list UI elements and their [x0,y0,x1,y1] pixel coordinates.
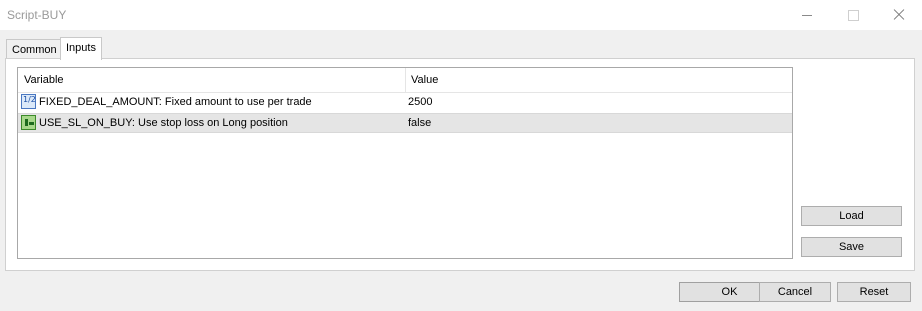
table-row[interactable]: USE_SL_ON_BUY: Use stop loss on Long pos… [18,113,792,133]
close-button[interactable] [876,0,922,30]
grid-header: Variable Value [18,68,792,93]
row-value[interactable]: false [408,117,431,129]
column-header-value[interactable]: Value [411,74,438,86]
reset-button[interactable]: Reset [837,282,911,302]
save-button[interactable]: Save [801,237,902,257]
parameters-grid: Variable Value 1/2 FIXED_DEAL_AMOUNT: Fi… [17,67,793,259]
title-bar: Script-BUY [0,0,922,30]
column-divider[interactable] [405,68,406,92]
tab-inputs[interactable]: Inputs [60,37,102,60]
integer-param-icon: 1/2 [21,94,36,109]
minimize-icon [802,14,812,16]
row-variable: USE_SL_ON_BUY: Use stop loss on Long pos… [39,117,288,129]
column-header-variable[interactable]: Variable [24,74,64,86]
close-icon [893,9,905,21]
tab-common[interactable]: Common [6,39,63,60]
row-variable: FIXED_DEAL_AMOUNT: Fixed amount to use p… [39,96,312,108]
boolean-param-icon [21,115,36,130]
cancel-button[interactable]: Cancel [759,282,831,302]
maximize-button[interactable] [830,0,876,30]
table-row[interactable]: 1/2 FIXED_DEAL_AMOUNT: Fixed amount to u… [18,93,792,113]
maximize-icon [847,9,859,21]
window-title: Script-BUY [7,8,67,22]
row-value[interactable]: 2500 [408,96,432,108]
load-button[interactable]: Load [801,206,902,226]
minimize-button[interactable] [784,0,830,30]
